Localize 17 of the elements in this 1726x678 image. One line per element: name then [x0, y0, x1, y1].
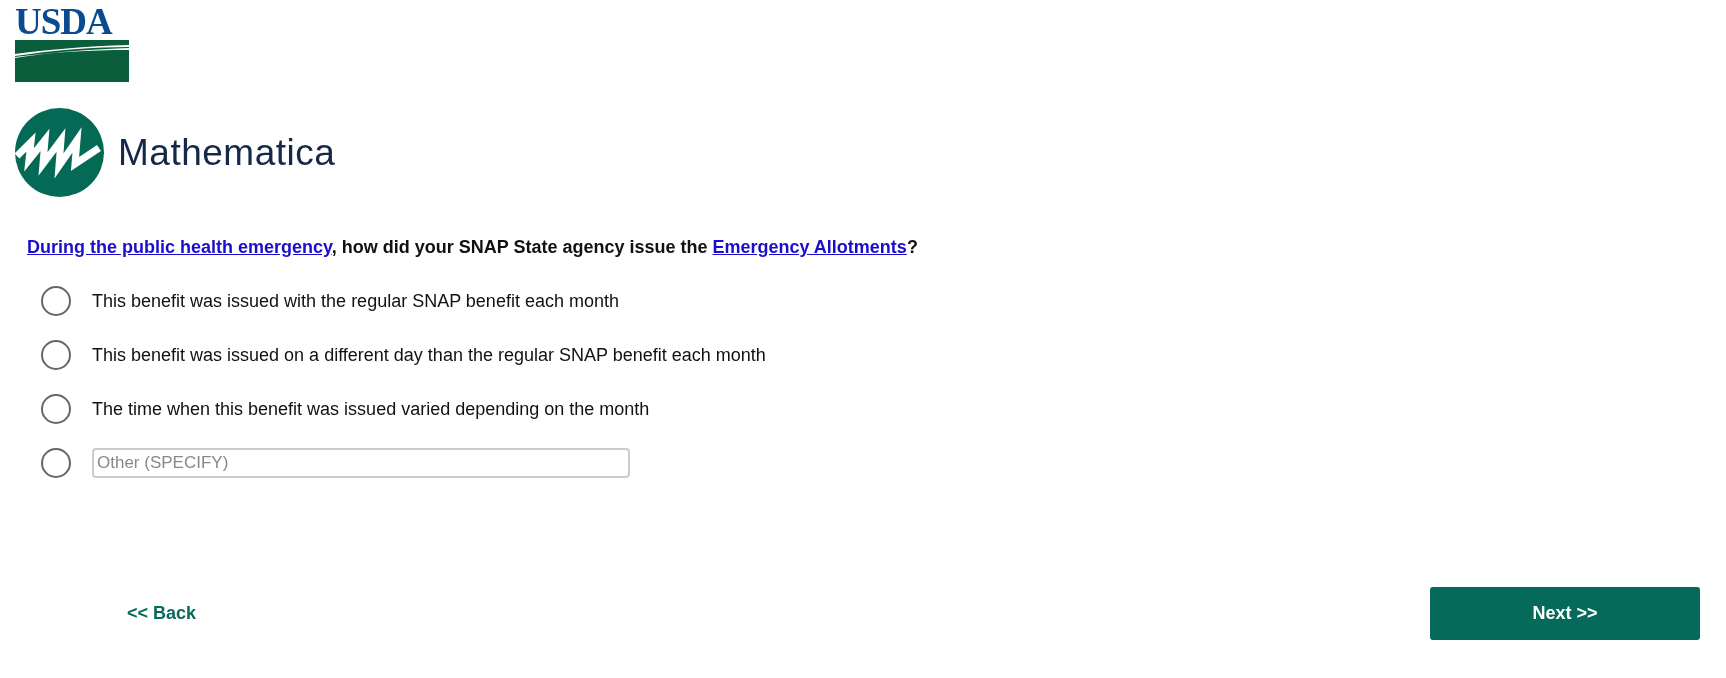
radio-button[interactable] — [41, 286, 71, 316]
back-link[interactable]: << Back — [127, 603, 197, 624]
option-label: This benefit was issued with the regular SNAP benefit each month — [92, 290, 619, 312]
question-link[interactable]: Emergency Allotments — [712, 237, 907, 257]
usda-logo-text: USDA — [15, 4, 114, 40]
question-text: During the public health emergency, how did your SNAP State agency issue the Emergency Allotments? — [27, 237, 918, 258]
option-label: The time when this benefit was issued varied depending on the month — [92, 398, 650, 420]
other-input-field[interactable]: Other (SPECIFY) — [92, 448, 630, 478]
next-button[interactable]: Next >> — [1430, 587, 1700, 640]
radio-button[interactable] — [41, 448, 71, 478]
radio-button[interactable] — [41, 394, 71, 424]
field-stripes-icon — [15, 40, 129, 82]
mathematica-logo-icon — [15, 108, 104, 197]
mathematica-logo-text: Mathematica — [118, 131, 336, 174]
radio-button[interactable] — [41, 340, 71, 370]
option-label: This benefit was issued on a different day than the regular SNAP benefit each month — [92, 344, 766, 366]
question-link[interactable]: During the public health emergency — [27, 237, 332, 257]
